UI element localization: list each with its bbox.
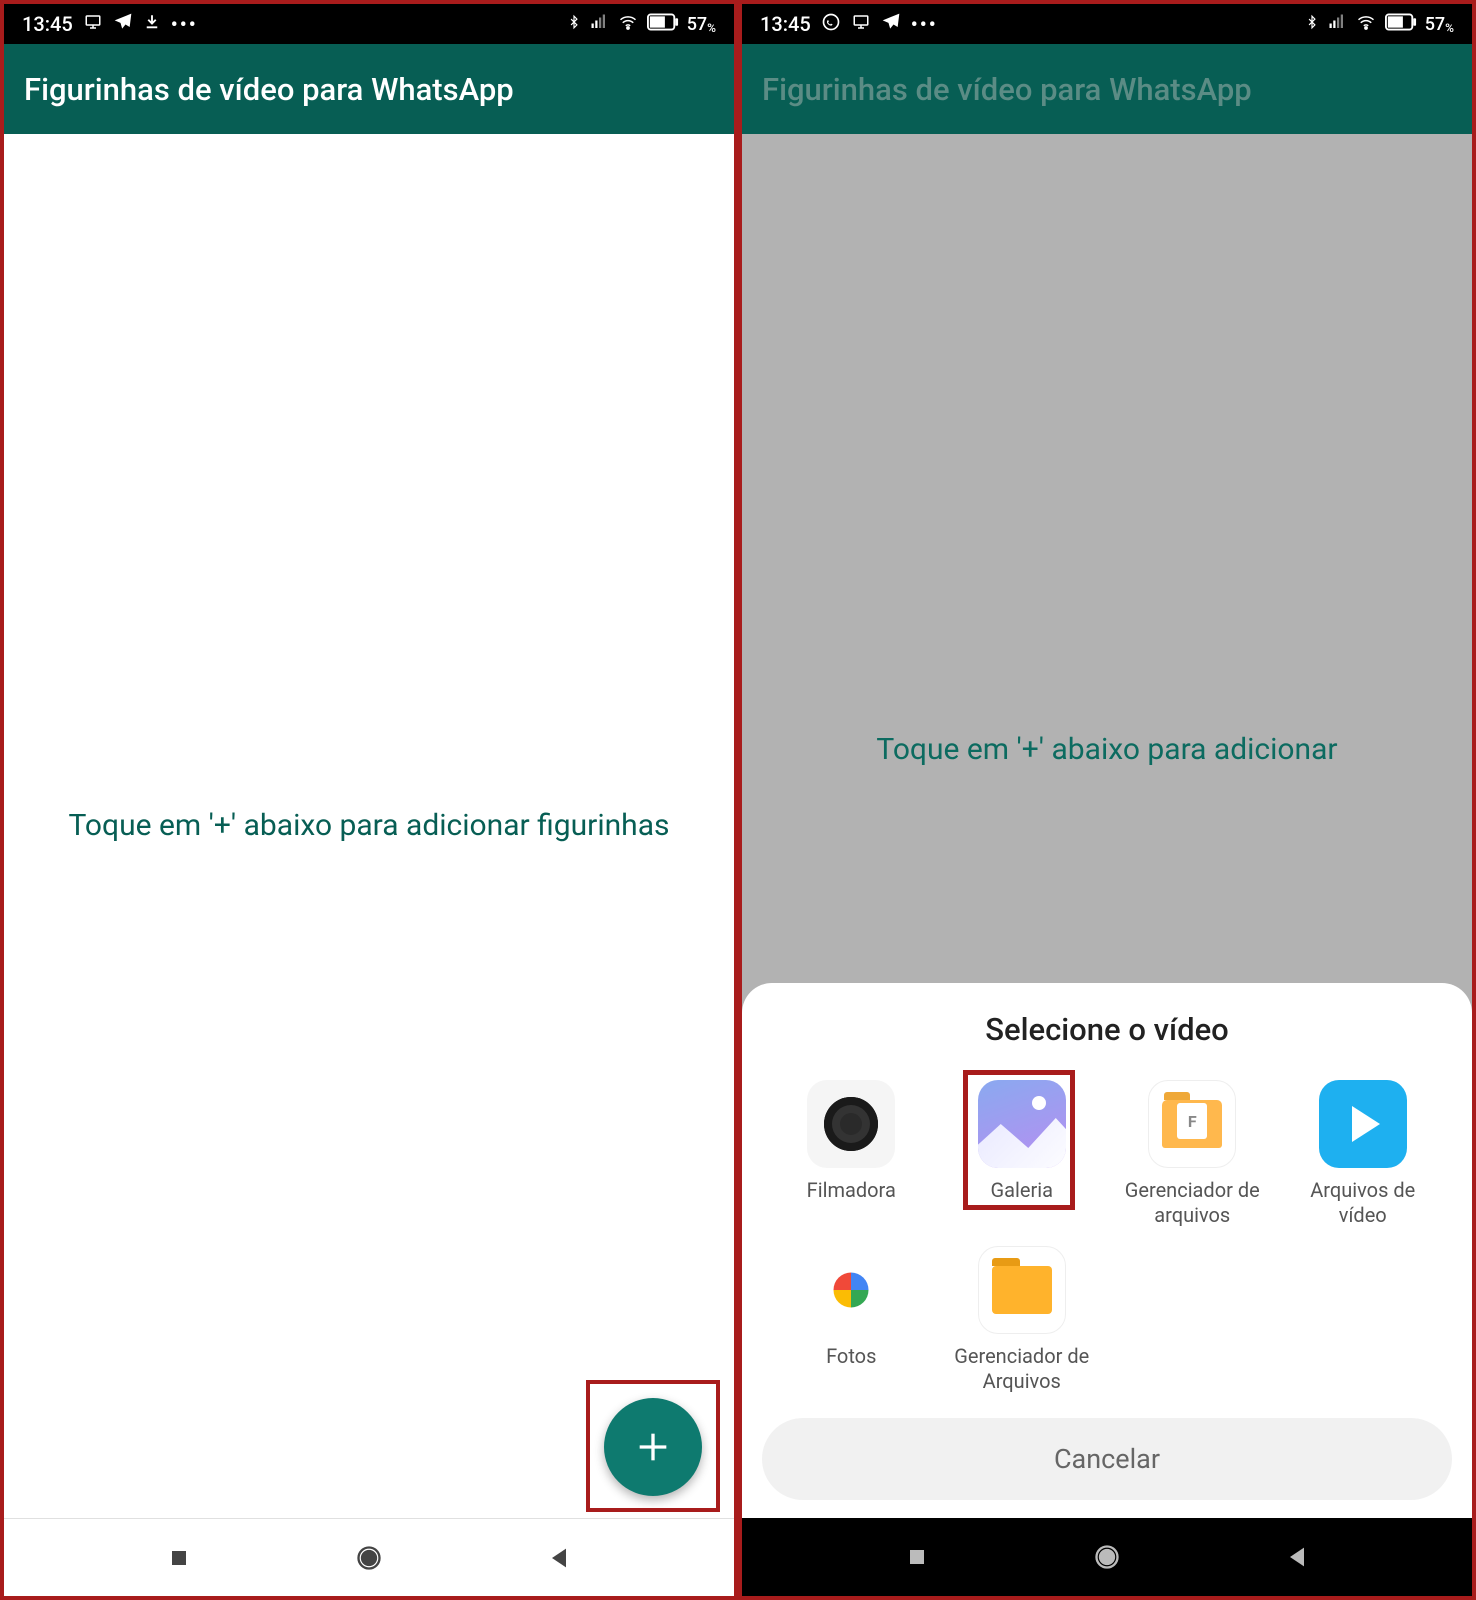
nav-recent-button[interactable] (903, 1543, 931, 1571)
camera-icon (807, 1080, 895, 1168)
nav-recent-button[interactable] (165, 1544, 193, 1572)
nav-home-button[interactable] (1093, 1543, 1121, 1571)
whatsapp-icon (821, 12, 841, 37)
bluetooth-icon (1305, 12, 1319, 37)
battery-icon (1385, 12, 1417, 36)
main-content-dimmed: Toque em '+' abaixo para adicionar Selec… (742, 134, 1472, 1518)
sheet-title: Selecione o vídeo (762, 1011, 1452, 1048)
nav-back-button[interactable] (1283, 1543, 1311, 1571)
battery-percentage: 57% (687, 14, 716, 35)
screenshot-left: 13:45 ••• 57% (0, 0, 738, 1600)
download-icon (143, 12, 161, 37)
sheet-item-galeria[interactable]: Galeria (941, 1076, 1104, 1232)
status-bar: 13:45 ••• 57% (4, 4, 734, 44)
cast-icon (851, 12, 871, 36)
sheet-app-grid: Filmadora Galeria Gerenciador de arquivo… (762, 1076, 1452, 1398)
nav-bar (742, 1518, 1472, 1596)
battery-percentage: 57% (1425, 14, 1454, 35)
cast-icon (83, 12, 103, 36)
main-content: Toque em '+' abaixo para adicionar figur… (4, 134, 734, 1518)
sheet-item-filmadora[interactable]: Filmadora (770, 1076, 933, 1232)
nav-bar (4, 1518, 734, 1596)
more-icon: ••• (911, 12, 938, 36)
screenshot-right: 13:45 ••• 57% (738, 0, 1476, 1600)
status-time: 13:45 (22, 12, 73, 36)
app-title: Figurinhas de vídeo para WhatsApp (762, 71, 1252, 108)
nav-home-button[interactable] (355, 1544, 383, 1572)
telegram-icon (113, 12, 133, 37)
sheet-item-arquivos-video[interactable]: Arquivos de vídeo (1282, 1076, 1445, 1232)
cancel-button[interactable]: Cancelar (762, 1418, 1452, 1500)
gallery-icon (978, 1080, 1066, 1168)
google-photos-icon (807, 1246, 895, 1334)
battery-icon (647, 12, 679, 36)
wifi-icon (617, 12, 639, 36)
app-header: Figurinhas de vídeo para WhatsApp (4, 44, 734, 134)
sheet-item-gerenciador-arquivos[interactable]: Gerenciador de arquivos (1111, 1076, 1274, 1232)
file-manager-icon (1148, 1080, 1236, 1168)
bottom-sheet: Selecione o vídeo Filmadora Galeria Gere… (742, 983, 1472, 1518)
folder-icon (978, 1246, 1066, 1334)
empty-hint-text: Toque em '+' abaixo para adicionar figur… (38, 806, 699, 847)
app-title: Figurinhas de vídeo para WhatsApp (24, 71, 514, 108)
video-files-icon (1319, 1080, 1407, 1168)
modal-overlay[interactable]: Selecione o vídeo Filmadora Galeria Gere… (742, 134, 1472, 1518)
signal-icon (1327, 12, 1347, 36)
bluetooth-icon (567, 12, 581, 37)
signal-icon (589, 12, 609, 36)
add-fab-button[interactable] (604, 1398, 702, 1496)
more-icon: ••• (171, 12, 198, 36)
wifi-icon (1355, 12, 1377, 36)
nav-back-button[interactable] (545, 1544, 573, 1572)
sheet-item-fotos[interactable]: Fotos (770, 1242, 933, 1398)
sheet-item-gerenciador-arquivos-2[interactable]: Gerenciador de Arquivos (941, 1242, 1104, 1398)
app-header: Figurinhas de vídeo para WhatsApp (742, 44, 1472, 134)
telegram-icon (881, 12, 901, 37)
status-bar: 13:45 ••• 57% (742, 4, 1472, 44)
status-time: 13:45 (760, 12, 811, 36)
